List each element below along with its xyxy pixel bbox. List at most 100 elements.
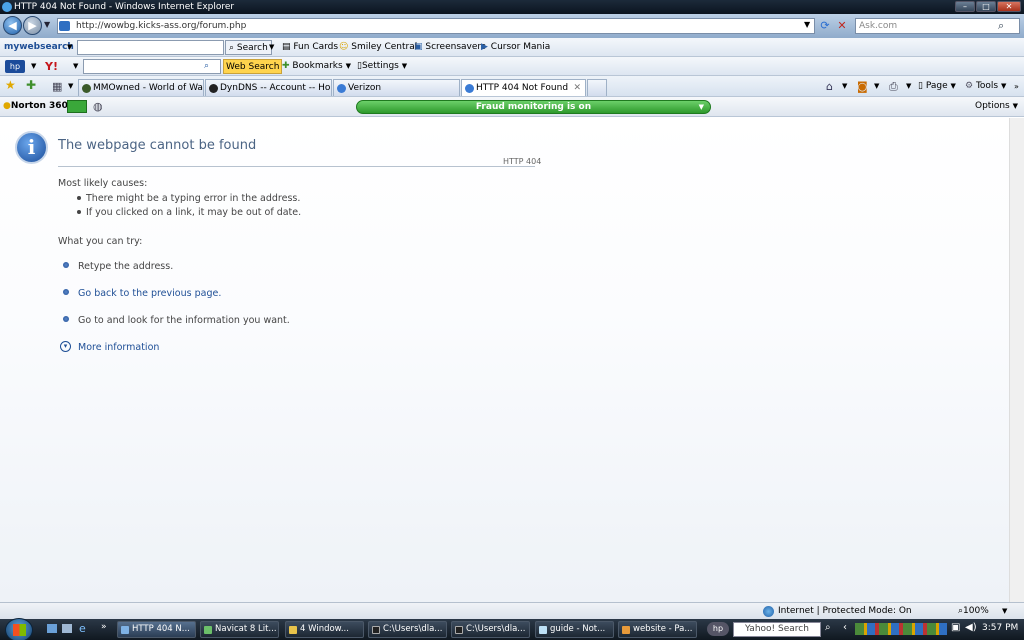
vertical-scrollbar[interactable]	[1009, 118, 1024, 602]
page-menu[interactable]: ▯ Page ▼	[918, 79, 956, 94]
system-tray-icons[interactable]	[855, 623, 947, 635]
norton-label-text: Norton 360	[10, 101, 68, 111]
settings-button[interactable]: ▯Settings ▼	[357, 59, 407, 74]
print-icon[interactable]: ⎙	[889, 79, 898, 94]
back-button[interactable]: ◀	[3, 16, 22, 35]
yahoo-search-input[interactable]	[83, 59, 221, 74]
hp-tray-icon[interactable]: hp	[707, 622, 729, 636]
fun-cards-button[interactable]: ▤ Fun Cards	[282, 40, 338, 55]
search-icon[interactable]: ⌕	[998, 19, 1004, 33]
task-cmd-2[interactable]: C:\Users\dla...	[451, 621, 530, 638]
cursor-mania-button[interactable]: ▶ Cursor Mania	[481, 40, 550, 55]
yahoo-search-icon[interactable]: ⌕	[204, 59, 209, 74]
yahoo-logo-icon[interactable]: Y!	[45, 59, 58, 74]
task-website[interactable]: website - Pa...	[618, 621, 697, 638]
tab-http-404[interactable]: HTTP 404 Not Found ✕	[461, 79, 586, 96]
switch-windows-icon[interactable]	[62, 624, 72, 633]
show-desktop-icon[interactable]	[47, 624, 57, 633]
volume-icon[interactable]: ◀)	[965, 622, 977, 633]
go-back-link[interactable]: Go back to the previous page.	[78, 288, 221, 299]
close-button[interactable]: ✕	[997, 1, 1021, 12]
fraud-monitoring-banner[interactable]: Fraud monitoring is on ▼	[356, 100, 711, 114]
windows-logo-icon	[13, 624, 26, 636]
globe-icon[interactable]: ◍	[93, 99, 103, 114]
search-dropdown-icon[interactable]: ▼	[269, 40, 274, 55]
tools-menu[interactable]: ⚙ Tools ▼	[965, 79, 1006, 94]
yahoo-search-box[interactable]: Yahoo! Search	[733, 622, 821, 637]
tab-mmowned[interactable]: MMOwned - World of War...	[78, 79, 204, 96]
cursor-mania-label: Cursor Mania	[490, 42, 551, 52]
stop-icon[interactable]: ✕	[835, 19, 849, 33]
mywebsearch-input[interactable]	[77, 40, 224, 55]
mywebsearch-logo[interactable]: mywebsearch	[4, 40, 74, 55]
feeds-icon[interactable]: ◙	[857, 79, 868, 94]
yahoo-dropdown-icon[interactable]: ▼	[73, 59, 78, 74]
screensavers-button[interactable]: ▣ Screensavers	[414, 40, 486, 55]
tab-favicon	[209, 84, 218, 93]
zoom-dropdown-icon[interactable]: ▼	[1002, 607, 1007, 615]
home-dropdown-icon[interactable]: ▼	[842, 79, 847, 94]
print-dropdown-icon[interactable]: ▼	[906, 79, 911, 94]
bookmarks-button[interactable]: ✚ Bookmarks ▼	[282, 59, 351, 74]
more-chevron-icon[interactable]: »	[1014, 79, 1019, 94]
brand-dropdown-icon[interactable]: ▼	[67, 40, 72, 55]
taskbar-search-icon[interactable]: ⌕	[825, 622, 831, 633]
tab-verizon[interactable]: Verizon	[333, 79, 460, 96]
title-divider	[58, 166, 535, 167]
refresh-icon[interactable]: ⟳	[818, 19, 832, 33]
clock[interactable]: 3:57 PM	[982, 623, 1018, 633]
tab-label: MMOwned - World of War...	[93, 83, 204, 93]
home-icon[interactable]: ⌂	[826, 79, 833, 94]
url-field[interactable]: http://wowbg.kicks-ass.org/forum.php	[57, 18, 815, 34]
zoom-level[interactable]: ⌕100%	[958, 606, 989, 616]
info-icon: i	[15, 131, 48, 164]
url-dropdown-icon[interactable]: ▼	[804, 20, 810, 29]
options-menu[interactable]: Options ▼	[975, 99, 1018, 114]
hp-dropdown-icon[interactable]: ▼	[31, 59, 36, 74]
task-windows[interactable]: 4 Window...	[285, 621, 364, 638]
task-navicat[interactable]: Navicat 8 Lit...	[200, 621, 279, 638]
tab-list-dropdown-icon[interactable]: ▼	[68, 79, 73, 94]
try-heading: What you can try:	[58, 236, 143, 247]
task-icon	[289, 626, 297, 634]
favorites-star-icon[interactable]: ★	[5, 78, 16, 93]
more-information-link[interactable]: More information	[78, 342, 159, 353]
maximize-button[interactable]: □	[976, 1, 996, 12]
feeds-dropdown-icon[interactable]: ▼	[874, 79, 879, 94]
smiley-central-button[interactable]: ☺ Smiley Central	[339, 40, 417, 55]
norton-360-label[interactable]: ●Norton 360	[3, 99, 68, 114]
recent-pages-dropdown-icon[interactable]: ▼	[44, 20, 50, 29]
tools-dropdown-icon: ▼	[1001, 82, 1007, 90]
tab-close-icon[interactable]: ✕	[573, 80, 581, 96]
task-label: C:\Users\dla...	[466, 624, 526, 634]
task-notepad[interactable]: guide - Not...	[535, 621, 614, 638]
tab-dyndns[interactable]: DynDNS -- Account -- Ho...	[205, 79, 332, 96]
forward-button[interactable]: ▶	[23, 16, 42, 35]
tab-favicon	[82, 84, 91, 93]
network-icon[interactable]: ▣	[951, 622, 960, 633]
expand-chevron-icon[interactable]: ▾	[60, 341, 71, 352]
ie-quicklaunch-icon[interactable]: e	[79, 622, 86, 635]
yahoo-toolbar: hp ▼ Y! ▼ ⌕ Web Search ✚ Bookmarks ▼ ▯Se…	[0, 57, 1024, 76]
new-tab-button[interactable]	[587, 79, 607, 96]
hp-logo-icon[interactable]: hp	[5, 60, 25, 73]
task-ie[interactable]: HTTP 404 N...	[117, 621, 196, 638]
task-label: website - Pa...	[633, 624, 693, 634]
task-label: 4 Window...	[300, 624, 349, 634]
tray-expand-icon[interactable]: ‹	[843, 622, 847, 633]
quicklaunch-more-icon[interactable]: »	[101, 622, 107, 632]
norton-monitor-icon[interactable]	[67, 100, 87, 113]
add-favorites-icon[interactable]: ✚	[26, 78, 36, 93]
web-search-button[interactable]: Web Search	[223, 59, 283, 74]
search-input[interactable]: Ask.com	[855, 18, 1020, 34]
gear-icon: ⚙	[965, 81, 974, 91]
quick-tabs-icon[interactable]: ▦	[52, 79, 62, 94]
security-zone[interactable]: Internet | Protected Mode: On	[778, 606, 912, 616]
start-button[interactable]	[5, 618, 33, 640]
minimize-button[interactable]: –	[955, 1, 975, 12]
settings-dropdown-icon: ▼	[401, 62, 408, 70]
task-cmd-1[interactable]: C:\Users\dla...	[368, 621, 447, 638]
options-label: Options	[975, 101, 1010, 111]
mywebsearch-search-button[interactable]: ⌕ Search	[225, 40, 272, 55]
page-content	[0, 118, 1009, 602]
